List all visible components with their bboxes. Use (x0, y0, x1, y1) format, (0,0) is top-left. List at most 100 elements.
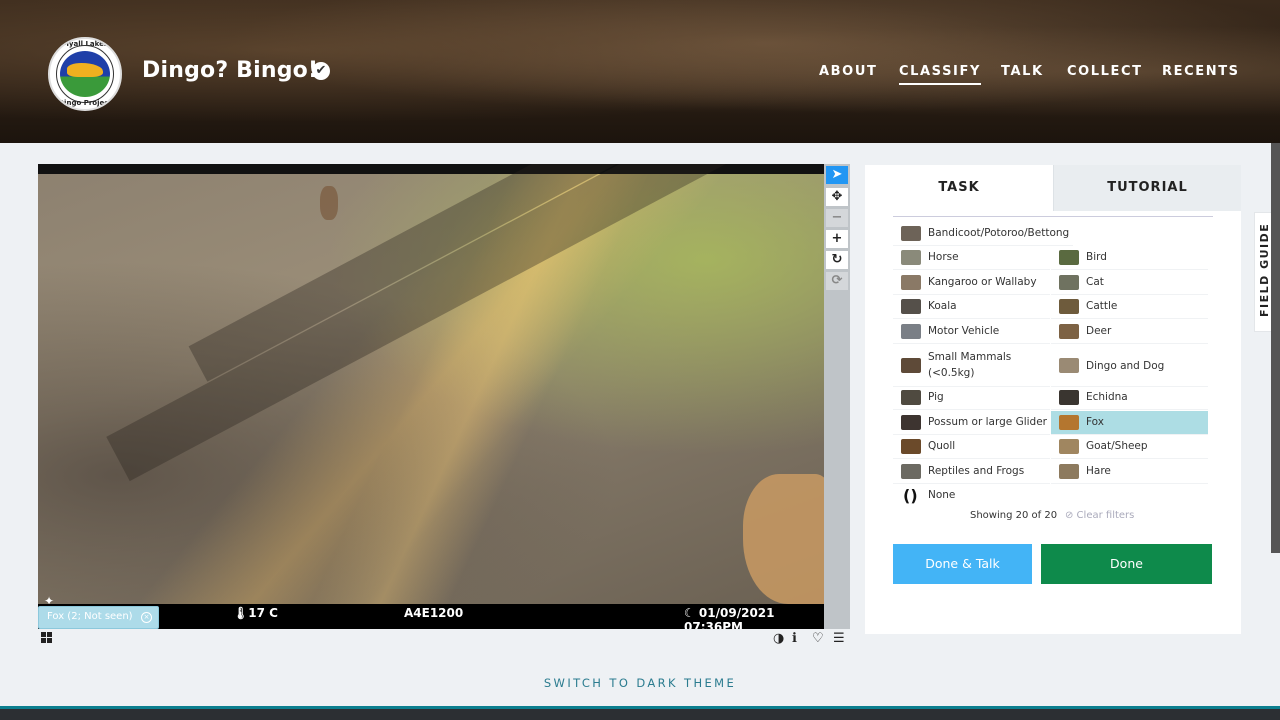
nav-collect[interactable]: COLLECT (1067, 64, 1143, 79)
zoom-out-icon[interactable]: − (826, 209, 848, 227)
choice-thumbnail (901, 275, 921, 290)
camera-trap-image[interactable] (38, 164, 824, 604)
choice-motor-vehicle[interactable]: Motor Vehicle (893, 320, 1050, 344)
choice-thumbnail (901, 439, 921, 454)
dingo-silhouette-icon (67, 63, 103, 77)
nav-about[interactable]: ABOUT (819, 64, 877, 79)
choice-quoll[interactable]: Quoll (893, 435, 1050, 459)
choice-label: Fox (1086, 416, 1104, 428)
collections-list-icon[interactable]: ☰ (833, 631, 845, 646)
choice-cat[interactable]: Cat (1051, 271, 1208, 295)
chip-close-icon[interactable]: × (141, 612, 152, 623)
choice-bandicoot[interactable]: Bandicoot/Potoroo/Bettong (893, 222, 1073, 246)
choice-thumbnail (901, 464, 921, 479)
choice-label: Deer (1086, 325, 1112, 337)
choice-label: Quoll (928, 440, 956, 452)
choice-fox[interactable]: Fox (1051, 411, 1208, 435)
choice-horse[interactable]: Horse (893, 246, 1050, 270)
choice-thumbnail (1059, 439, 1079, 454)
none-icon: () (903, 486, 918, 505)
timestamp: ☾ 01/09/2021 07:36PM (684, 606, 775, 629)
choice-label: Possum or large Glider (928, 416, 1047, 428)
choice-thumbnail (901, 250, 921, 265)
choice-bird[interactable]: Bird (1051, 246, 1208, 270)
choice-pig[interactable]: Pig (893, 386, 1050, 410)
choice-thumbnail (901, 358, 921, 373)
choice-echidna[interactable]: Echidna (1051, 386, 1208, 410)
choice-label: Kangaroo or Wallaby (928, 276, 1037, 288)
choice-label: Bandicoot/Potoroo/Bettong (928, 227, 1070, 239)
field-guide-label: FIELD GUIDE (1258, 222, 1271, 317)
logo-bottom-text: Dingo Project (58, 99, 112, 107)
choice-thumbnail (1059, 275, 1079, 290)
choice-label: Echidna (1086, 391, 1128, 403)
grid-view-icon[interactable] (41, 632, 53, 644)
nav-recents[interactable]: RECENTS (1162, 64, 1240, 79)
choice-label: Motor Vehicle (928, 325, 1000, 337)
choice-label: Cat (1086, 276, 1104, 288)
temperature-readout: 🌡17 C (233, 606, 278, 620)
choice-label: Small Mammals (<0.5kg) (928, 351, 1012, 379)
choice-deer[interactable]: Deer (1051, 320, 1208, 344)
choice-thumbnail (1059, 299, 1079, 314)
project-logo[interactable]: Myall Lakes Dingo Project (48, 37, 122, 111)
choice-thumbnail (1059, 390, 1079, 405)
choice-thumbnail (1059, 415, 1079, 430)
choice-kangaroo[interactable]: Kangaroo or Wallaby (893, 271, 1050, 295)
rotate-icon[interactable]: ↻ (826, 251, 848, 269)
choice-small-mammals[interactable]: Small Mammals (<0.5kg) (893, 345, 1050, 387)
image-toolbar: ➤ ✥ − + ↻ ⟳ (824, 164, 850, 629)
choice-thumbnail (901, 226, 921, 241)
choice-thumbnail (901, 390, 921, 405)
annotation-chip[interactable]: Fox (2; Not seen) × (38, 606, 159, 629)
choice-label: None (928, 489, 956, 501)
choice-thumbnail (901, 415, 921, 430)
choice-thumbnail (1059, 324, 1079, 339)
reset-icon[interactable]: ⟳ (826, 272, 848, 290)
choice-thumbnail (1059, 464, 1079, 479)
distant-animal (320, 186, 338, 220)
pointer-icon[interactable]: ➤ (826, 166, 848, 184)
done-and-talk-button[interactable]: Done & Talk (893, 544, 1032, 584)
nav-classify[interactable]: CLASSIFY (899, 64, 981, 85)
tab-tutorial[interactable]: TUTORIAL (1053, 165, 1241, 211)
choice-reptiles-frogs[interactable]: Reptiles and Frogs (893, 460, 1050, 484)
showing-count: Showing 20 of 20 (970, 510, 1058, 521)
choice-label: Koala (928, 300, 957, 312)
metadata-info-icon[interactable]: ℹ (792, 631, 797, 646)
page-scrollbar[interactable] (1271, 143, 1280, 553)
choice-label: Bird (1086, 251, 1107, 263)
choice-thumbnail (1059, 358, 1079, 373)
list-divider (893, 216, 1213, 217)
dingo-in-frame (743, 474, 824, 604)
tab-task[interactable]: TASK (865, 165, 1053, 211)
choice-koala[interactable]: Koala (893, 295, 1050, 319)
choice-possum[interactable]: Possum or large Glider (893, 411, 1050, 435)
done-button[interactable]: Done (1041, 544, 1212, 584)
subject-viewer[interactable]: ✦ 🌡17 C A4E1200 ☾ 01/09/2021 07:36PM (38, 164, 824, 629)
choice-goat-sheep[interactable]: Goat/Sheep (1051, 435, 1208, 459)
clear-filters-link[interactable]: ⊘ Clear filters (1065, 510, 1134, 521)
choice-none[interactable]: () None (893, 484, 1050, 508)
annotation-chip-label: Fox (2; Not seen) (47, 611, 133, 622)
choice-label: Dingo and Dog (1086, 360, 1165, 372)
move-icon[interactable]: ✥ (826, 188, 848, 206)
switch-dark-theme-link[interactable]: SWITCH TO DARK THEME (0, 676, 1280, 690)
choice-label: Goat/Sheep (1086, 440, 1148, 452)
choice-label: Pig (928, 391, 944, 403)
choice-cattle[interactable]: Cattle (1051, 295, 1208, 319)
choice-thumbnail (1059, 250, 1079, 265)
zoom-in-icon[interactable]: + (826, 230, 848, 248)
invert-icon[interactable]: ◑ (773, 631, 784, 646)
choice-hare[interactable]: Hare (1051, 460, 1208, 484)
choice-label: Cattle (1086, 300, 1118, 312)
choice-label: Hare (1086, 465, 1111, 477)
nav-talk[interactable]: TALK (1001, 64, 1044, 79)
choice-thumbnail (901, 324, 921, 339)
choice-dingo-and-dog[interactable]: Dingo and Dog (1051, 345, 1208, 387)
project-header: Myall Lakes Dingo Project Dingo? Bingo! … (0, 0, 1280, 143)
choice-label: Horse (928, 251, 959, 263)
favorite-heart-icon[interactable]: ♡ (812, 631, 824, 646)
verified-badge-icon: ✔ (312, 62, 330, 80)
project-title[interactable]: Dingo? Bingo! (142, 58, 318, 83)
